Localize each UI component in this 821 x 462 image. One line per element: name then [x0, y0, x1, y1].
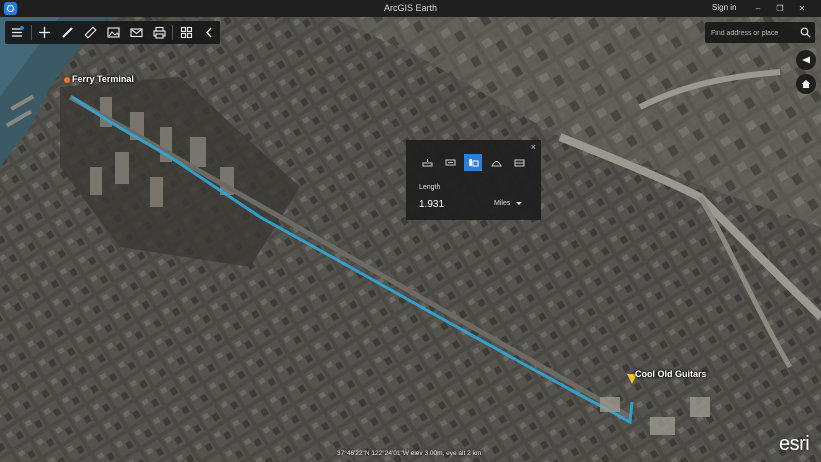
layers-button[interactable] [6, 21, 28, 44]
measure-icon [83, 26, 97, 39]
path-distance-mode-button[interactable] [464, 154, 482, 171]
mail-button[interactable] [125, 21, 147, 44]
length-value: 1.931 [419, 199, 445, 210]
toolbar-divider [31, 25, 32, 40]
search-icon[interactable] [800, 27, 811, 38]
draw-button[interactable] [56, 21, 78, 44]
add-data-button[interactable] [33, 21, 55, 44]
area-mode-button[interactable] [487, 154, 505, 171]
collapse-toolbar-button[interactable] [198, 21, 220, 44]
chevron-left-icon [205, 27, 212, 38]
area-icon [490, 161, 502, 167]
coordinates-status: 37°46'22"N 122°24'01"W elev 3.00m, eye a… [337, 450, 482, 457]
measure-panel: × Length 1.931 Miles [406, 140, 541, 220]
place-label-cool-old-guitars[interactable]: Cool Old Guitars [635, 369, 707, 379]
print-icon [152, 26, 166, 39]
path-distance-icon [468, 159, 478, 167]
horizontal-distance-icon [422, 159, 432, 167]
start-pin-icon[interactable] [64, 77, 70, 83]
length-label: Length [419, 184, 441, 191]
main-toolbar [5, 21, 220, 44]
restore-button[interactable]: ❐ [773, 2, 787, 15]
add-icon [38, 27, 50, 38]
compass-button[interactable] [796, 50, 816, 70]
building-icon [514, 159, 524, 167]
draw-icon [61, 27, 73, 38]
close-button[interactable]: ✕ [795, 2, 809, 15]
horizontal-distance-mode-button[interactable] [418, 154, 436, 171]
title-bar: ArcGIS Earth Sign in – ❐ ✕ [0, 0, 821, 17]
home-icon [801, 80, 811, 88]
mail-icon [129, 28, 143, 38]
grid-icon [180, 26, 192, 39]
search-box[interactable] [705, 22, 815, 43]
image-button[interactable] [102, 21, 124, 44]
building-mode-button[interactable] [510, 154, 528, 171]
close-icon[interactable]: × [531, 142, 536, 152]
search-input[interactable] [709, 25, 799, 42]
grid-button[interactable] [175, 21, 197, 44]
layers-icon [11, 26, 24, 37]
vertical-distance-icon [445, 159, 455, 166]
home-button[interactable] [796, 74, 816, 94]
minimize-button[interactable]: – [751, 2, 765, 15]
unit-select[interactable]: Miles [494, 200, 510, 207]
image-icon [106, 27, 120, 38]
sign-in-link[interactable]: Sign in [712, 3, 736, 12]
toolbar-divider [172, 25, 173, 40]
compass-icon [802, 56, 810, 64]
window-title: ArcGIS Earth [383, 3, 437, 13]
map-view[interactable]: Ferry Terminal Cool Old Guitars [0, 17, 821, 462]
place-label-ferry-terminal[interactable]: Ferry Terminal [72, 74, 134, 84]
esri-logo: esri [779, 433, 810, 455]
measure-button[interactable] [79, 21, 101, 44]
print-button[interactable] [148, 21, 170, 44]
chevron-down-icon[interactable] [516, 202, 522, 205]
vertical-distance-mode-button[interactable] [441, 154, 459, 171]
